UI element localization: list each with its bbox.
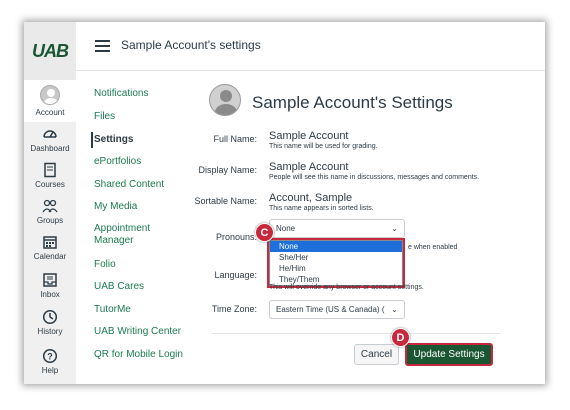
pronouns-selected-value: None	[276, 224, 296, 233]
sortable-name-hint: This name appears in sorted lists.	[269, 205, 374, 212]
section-nav-tutorme[interactable]: TutorMe	[94, 304, 131, 316]
calendar-icon	[43, 236, 57, 249]
courses-icon	[44, 162, 56, 178]
global-nav: UAB Account Dashboard Courses Groups Cal…	[24, 22, 76, 384]
annotation-badge-c: C	[255, 223, 274, 242]
cancel-button[interactable]: Cancel	[354, 344, 399, 365]
global-nav-label: History	[37, 327, 63, 336]
global-nav-groups[interactable]: Groups	[24, 198, 76, 225]
global-nav-label: Inbox	[40, 290, 60, 299]
timezone-selected-value: Eastern Time (US & Canada) (	[276, 305, 385, 314]
profile-avatar[interactable]	[209, 84, 241, 116]
section-nav-shared-content[interactable]: Shared Content	[94, 179, 164, 191]
global-nav-calendar[interactable]: Calendar	[24, 234, 76, 261]
page-title: Sample Account's Settings	[252, 93, 453, 112]
section-nav-files[interactable]: Files	[94, 111, 115, 123]
uab-logo[interactable]: UAB	[24, 22, 76, 80]
global-nav-history[interactable]: History	[24, 309, 76, 336]
page-header: Sample Account's settings	[76, 22, 545, 71]
global-nav-label: Groups	[36, 216, 64, 225]
pronouns-label: Pronouns:	[215, 232, 257, 242]
section-nav-folio[interactable]: Folio	[94, 259, 116, 271]
global-nav-courses[interactable]: Courses	[24, 162, 76, 189]
inbox-icon	[43, 273, 57, 287]
global-nav-label: Account	[35, 108, 65, 117]
annotation-badge-d: D	[391, 328, 410, 347]
chevron-down-icon: ⌄	[391, 224, 398, 233]
chevron-down-icon: ⌄	[391, 305, 398, 314]
logo-text: UAB	[32, 40, 69, 61]
svg-text:?: ?	[47, 352, 53, 362]
global-nav-label: Help	[41, 366, 59, 375]
global-nav-label: Calendar	[33, 252, 67, 261]
history-icon	[42, 309, 58, 325]
timezone-label: Time Zone:	[211, 304, 257, 314]
display-name-value: Sample Account	[269, 161, 349, 173]
full-name-hint: This name will be used for grading.	[269, 143, 378, 150]
pronouns-side-text: e when enabled	[408, 244, 458, 251]
full-name-value: Sample Account	[269, 130, 349, 142]
global-nav-inbox[interactable]: Inbox	[24, 272, 76, 299]
global-nav-dashboard[interactable]: Dashboard	[24, 126, 76, 153]
global-nav-account[interactable]: Account	[24, 80, 76, 122]
account-avatar-icon	[40, 85, 60, 105]
section-nav-appointment-manager[interactable]: Appointment Manager	[94, 223, 169, 247]
section-nav-my-media[interactable]: My Media	[94, 201, 137, 213]
language-label: Language:	[214, 270, 257, 280]
dropdown-highlight-box	[267, 238, 405, 288]
global-nav-help[interactable]: ? Help	[24, 348, 76, 375]
form-divider	[212, 333, 500, 334]
groups-icon	[42, 199, 58, 213]
language-hint: This will override any browser or accoun…	[269, 284, 424, 291]
display-name-hint: People will see this name in discussions…	[269, 174, 480, 181]
update-settings-button[interactable]: Update Settings	[405, 343, 493, 366]
section-nav-eportfolios[interactable]: ePortfolios	[94, 156, 141, 168]
hamburger-menu-icon[interactable]	[95, 40, 110, 52]
pronouns-select[interactable]: None ⌄	[269, 219, 405, 238]
global-nav-label: Dashboard	[30, 144, 70, 153]
sortable-name-value: Account, Sample	[269, 192, 353, 204]
section-nav-settings[interactable]: Settings	[90, 132, 133, 148]
section-nav-writing-center[interactable]: UAB Writing Center	[94, 326, 181, 338]
help-icon: ?	[42, 348, 58, 364]
timezone-select[interactable]: Eastern Time (US & Canada) ( ⌄	[269, 300, 405, 319]
dashboard-icon	[43, 130, 57, 138]
global-nav-label: Courses	[35, 180, 65, 189]
section-nav-notifications[interactable]: Notifications	[94, 88, 148, 100]
full-name-label: Full Name:	[213, 134, 257, 144]
sortable-name-label: Sortable Name:	[194, 196, 257, 206]
section-nav-uab-cares[interactable]: UAB Cares	[94, 281, 144, 293]
display-name-label: Display Name:	[198, 165, 257, 175]
breadcrumb: Sample Account's settings	[121, 38, 261, 52]
section-nav-qr-mobile-login[interactable]: QR for Mobile Login	[94, 349, 183, 361]
app-window: UAB Account Dashboard Courses Groups Cal…	[24, 22, 545, 384]
